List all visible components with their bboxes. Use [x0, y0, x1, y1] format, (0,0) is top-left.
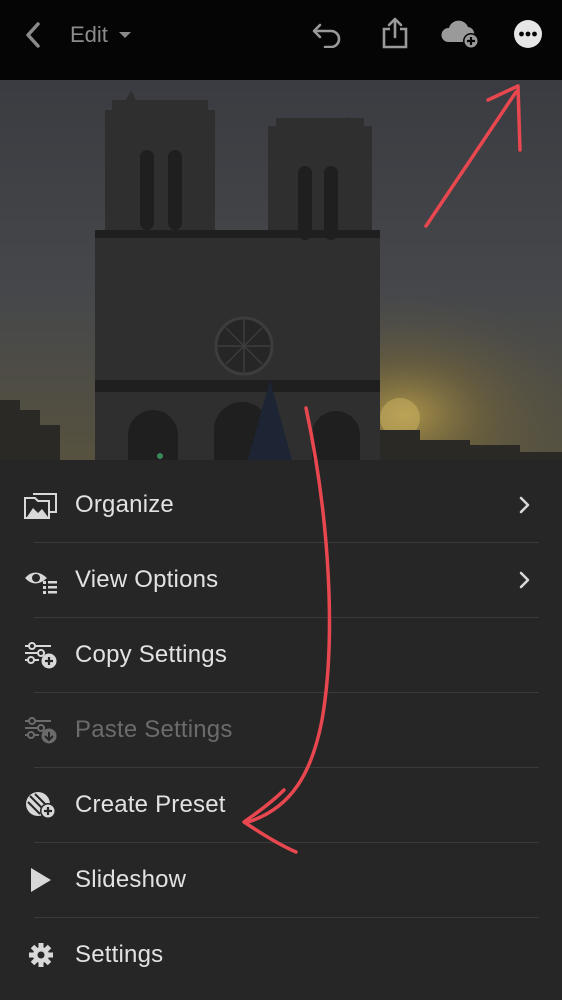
menu-item-create-preset[interactable]: Create Preset [0, 767, 562, 842]
menu-item-label: View Options [75, 565, 219, 593]
menu-item-settings[interactable]: Settings [0, 917, 562, 992]
undo-icon [312, 23, 341, 48]
menu-item-slideshow[interactable]: Slideshow [0, 842, 562, 917]
chevron-left-icon [26, 22, 40, 48]
back-button[interactable] [14, 16, 54, 54]
menu-item-copy-settings[interactable]: Copy Settings [0, 617, 562, 692]
edit-mode-dropdown[interactable]: Edit [70, 16, 132, 54]
play-icon [22, 861, 60, 899]
menu-item-label: Create Preset [75, 790, 226, 818]
edit-mode-label: Edit [70, 22, 108, 47]
share-button[interactable] [374, 12, 416, 54]
cloud-add-icon [441, 20, 479, 49]
menu-item-label: Paste Settings [75, 715, 233, 743]
share-icon [382, 17, 408, 49]
cathedral-photo [0, 80, 562, 460]
menu-item-label: Slideshow [75, 865, 187, 893]
chevron-down-icon [118, 32, 131, 38]
top-bar: Edit [0, 0, 562, 80]
undo-button[interactable] [306, 14, 348, 54]
menu-item-label: Settings [75, 940, 164, 968]
copy-settings-icon [22, 636, 60, 674]
paste-settings-icon [22, 711, 60, 749]
cloud-add-button[interactable] [436, 14, 486, 54]
create-preset-icon [22, 786, 60, 824]
more-options-button[interactable] [506, 12, 550, 56]
gear-icon [22, 936, 60, 974]
menu-item-label: Copy Settings [75, 640, 228, 668]
chevron-right-icon [519, 496, 530, 513]
more-icon [514, 20, 542, 48]
menu-item-label: Organize [75, 490, 174, 518]
chevron-right-icon [519, 571, 530, 588]
menu-item-paste-settings[interactable]: Paste Settings [0, 692, 562, 767]
view-options-icon [22, 561, 60, 599]
more-options-menu: Organize View Options Copy Settings Past… [0, 460, 562, 1000]
folder-images-icon [22, 486, 60, 524]
photo-preview[interactable] [0, 80, 562, 460]
menu-item-organize[interactable]: Organize [0, 467, 562, 542]
menu-item-view-options[interactable]: View Options [0, 542, 562, 617]
